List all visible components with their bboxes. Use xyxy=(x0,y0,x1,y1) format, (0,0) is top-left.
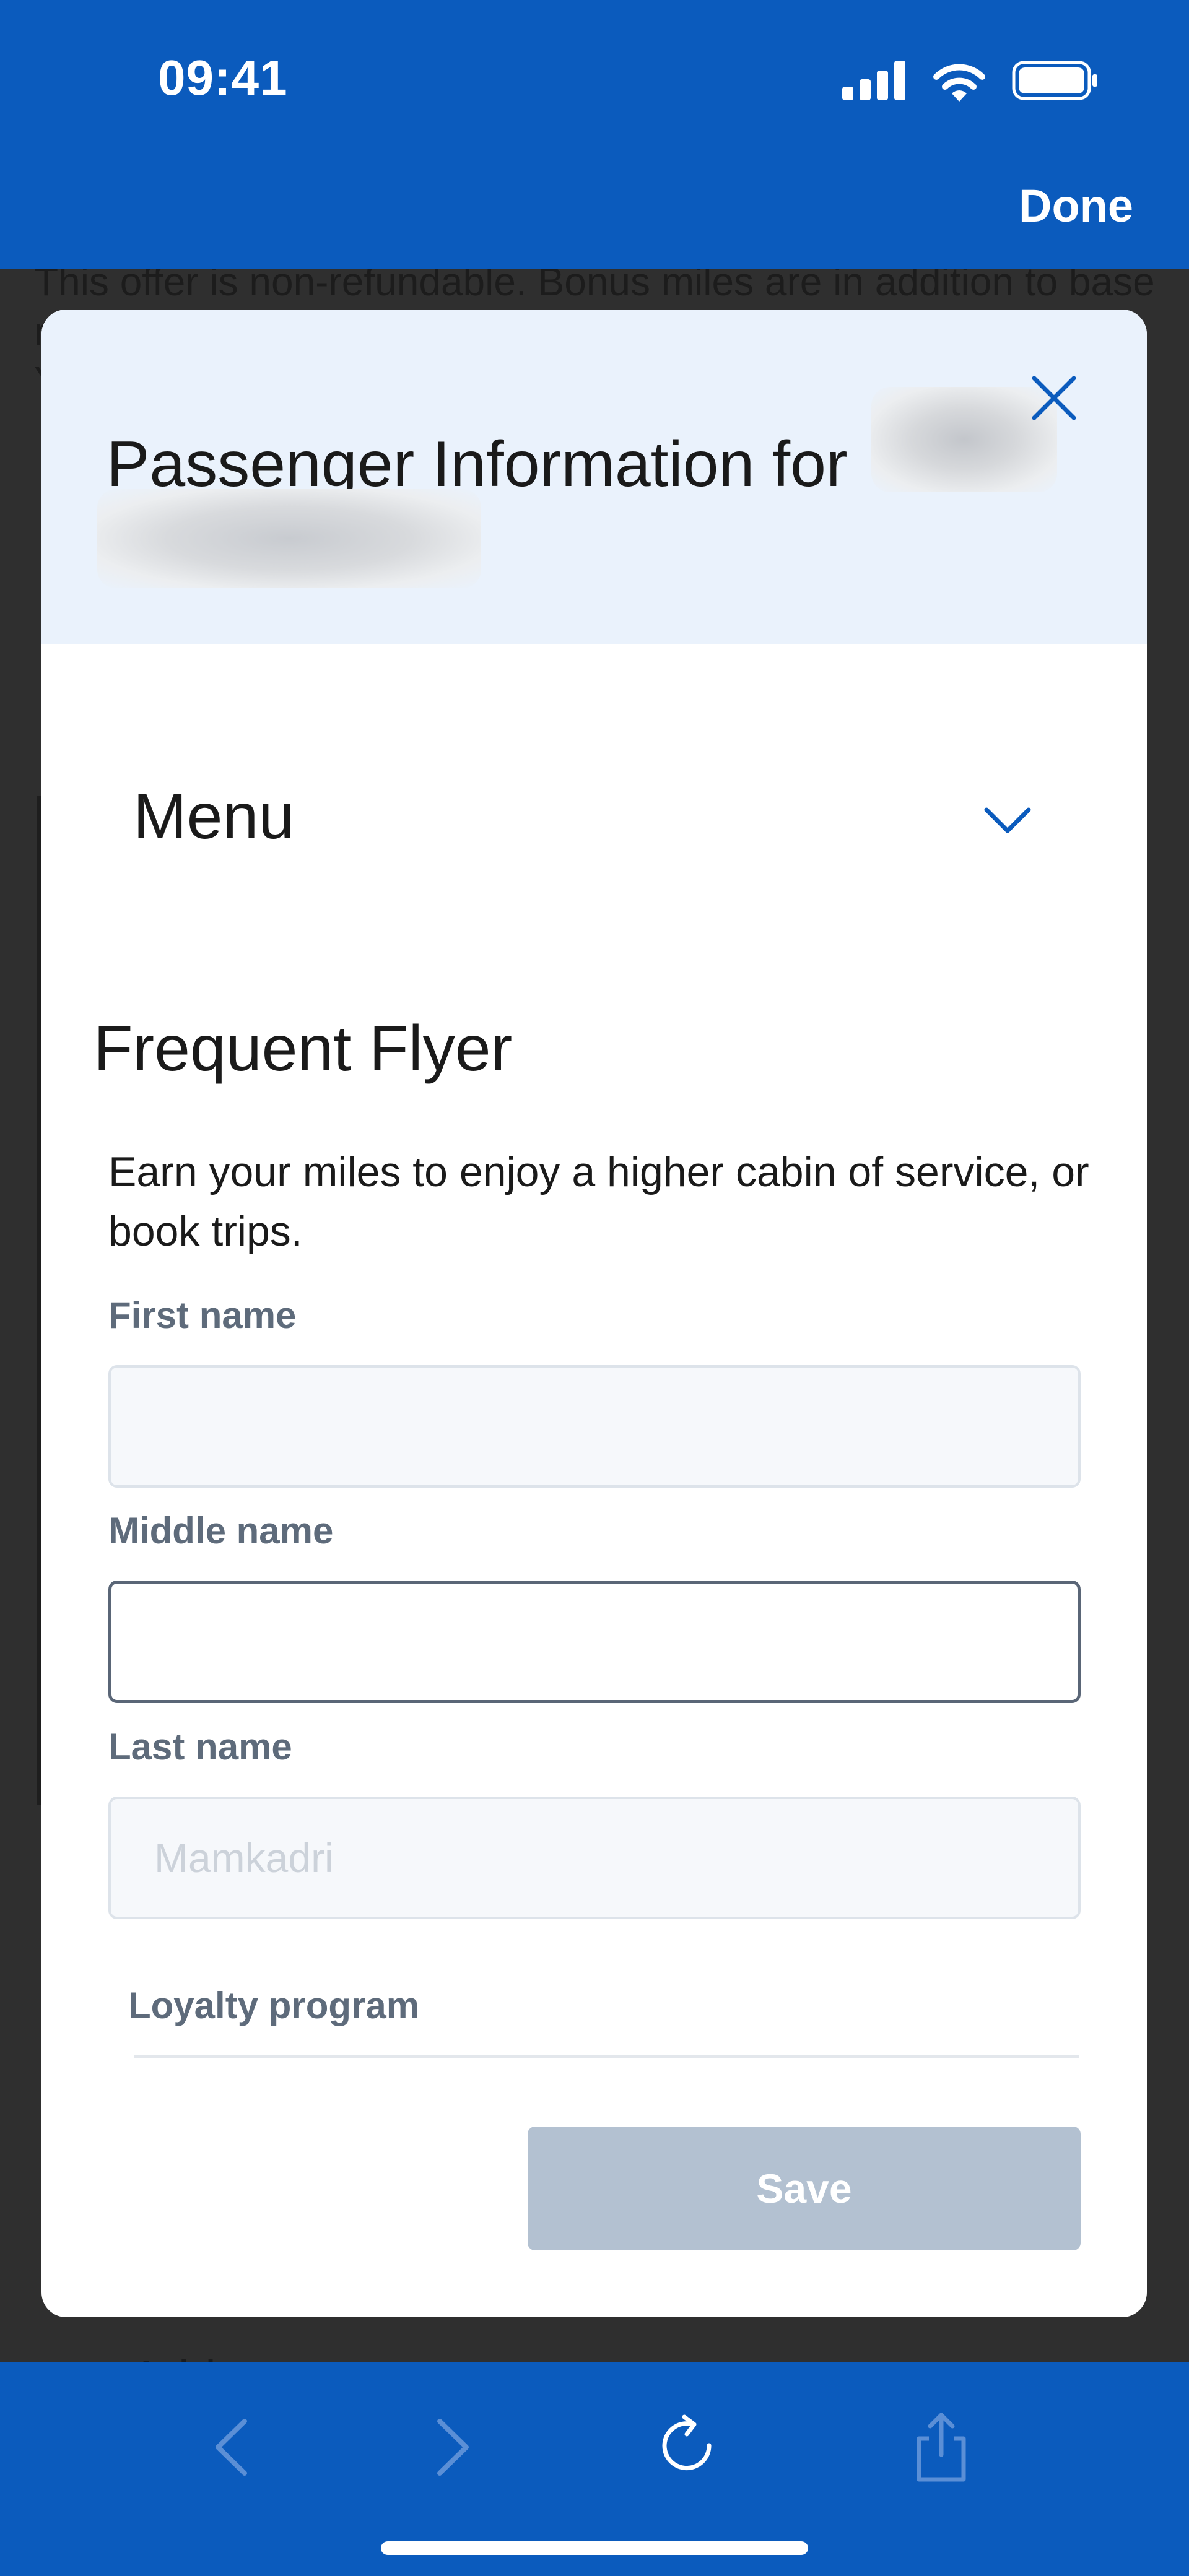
back-button[interactable] xyxy=(183,2399,282,2498)
signal-icon xyxy=(842,60,907,103)
background-bottom-text: Add a carry-on pet xyxy=(130,2349,528,2362)
share-button[interactable] xyxy=(892,2399,991,2498)
menu-dropdown[interactable]: Menu xyxy=(41,743,1147,891)
save-button[interactable]: Save xyxy=(528,2127,1081,2250)
last-name-input[interactable] xyxy=(108,1797,1081,1919)
home-indicator xyxy=(381,2541,808,2555)
redacted-name-blur xyxy=(97,489,481,588)
wifi-icon xyxy=(931,59,987,105)
close-button[interactable] xyxy=(1017,362,1091,436)
loyalty-program-label: Loyalty program xyxy=(128,1985,420,2026)
battery-icon xyxy=(1012,61,1099,103)
first-name-input[interactable] xyxy=(108,1365,1081,1488)
reload-button[interactable] xyxy=(639,2399,738,2498)
chevron-down-icon xyxy=(977,789,1039,851)
passenger-info-modal: Passenger Information for Menu Frequent … xyxy=(41,310,1147,2317)
menu-label: Menu xyxy=(133,781,295,852)
back-icon xyxy=(211,2416,254,2481)
forward-button[interactable] xyxy=(403,2399,502,2498)
middle-name-label: Middle name xyxy=(108,1510,334,1551)
reload-icon xyxy=(655,2413,723,2484)
status-time: 09:41 xyxy=(158,50,288,105)
last-name-label: Last name xyxy=(108,1726,292,1767)
section-description: Earn your miles to enjoy a higher cabin … xyxy=(108,1148,1089,1255)
middle-name-input[interactable] xyxy=(108,1581,1081,1703)
loyalty-program-field[interactable] xyxy=(134,2055,1079,2058)
status-icons xyxy=(842,57,1099,106)
done-button[interactable]: Done xyxy=(1019,180,1133,232)
close-icon xyxy=(1029,373,1079,426)
share-icon xyxy=(910,2410,972,2487)
modal-header: Passenger Information for xyxy=(41,310,1147,644)
first-name-label: First name xyxy=(108,1295,297,1336)
status-and-browser-bar: 09:41 Done xyxy=(0,0,1189,269)
section-heading: Frequent Flyer xyxy=(94,1013,513,1085)
forward-icon xyxy=(430,2416,474,2481)
browser-toolbar xyxy=(0,2362,1189,2576)
